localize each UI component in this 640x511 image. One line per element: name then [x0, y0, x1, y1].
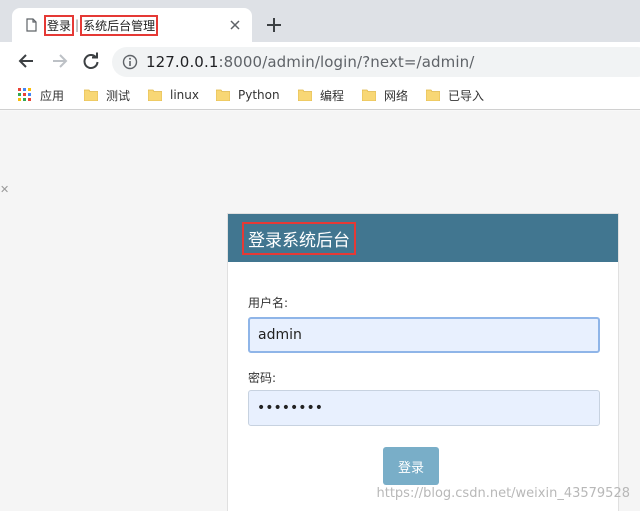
browser-toolbar: 127.0.0.1:8000/admin/login/?next=/admin/ [0, 42, 640, 80]
folder-icon [426, 89, 440, 101]
bookmark-folder-test[interactable]: 测试 [84, 86, 130, 104]
username-input[interactable] [248, 317, 600, 353]
watermark: https://blog.csdn.net/weixin_43579528 [376, 486, 630, 501]
folder-icon [362, 89, 376, 101]
bookmark-label: 测试 [106, 88, 131, 103]
info-icon[interactable] [122, 54, 138, 70]
bookmarks-bar: 应用 测试 linux Python 编程 网络 已导入 [0, 80, 640, 110]
login-button[interactable]: 登录 [383, 447, 439, 485]
address-bar[interactable]: 127.0.0.1:8000/admin/login/?next=/admin/ [112, 47, 640, 77]
tab-title-part2: 系统后台管理 [80, 14, 159, 36]
url-text[interactable]: 127.0.0.1:8000/admin/login/?next=/admin/ [146, 53, 474, 71]
login-header: 登录系统后台 [228, 214, 618, 262]
password-label: 密码: [248, 371, 277, 385]
reload-icon[interactable] [81, 51, 101, 71]
folder-icon [84, 89, 98, 101]
bookmark-label: Python [238, 88, 280, 102]
close-icon[interactable] [226, 16, 244, 34]
login-title: 登录系统后台 [242, 222, 356, 255]
browser-tabstrip: 登录 | 系统后台管理 [0, 0, 640, 42]
tab-title: 登录 | 系统后台管理 [43, 14, 159, 36]
url-host: 127.0.0.1 [146, 53, 219, 71]
bookmark-apps[interactable]: 应用 [18, 86, 64, 104]
bookmark-label: 已导入 [448, 88, 485, 103]
bookmark-label: 编程 [320, 88, 345, 103]
url-path: :8000/admin/login/?next=/admin/ [218, 53, 475, 71]
bookmark-folder-imported[interactable]: 已导入 [426, 86, 484, 104]
bookmark-folder-network[interactable]: 网络 [362, 86, 408, 104]
bookmark-folder-linux[interactable]: linux [148, 86, 199, 104]
forward-arrow-icon[interactable] [50, 51, 70, 71]
active-tab[interactable]: 登录 | 系统后台管理 [12, 8, 252, 42]
apps-grid-icon [18, 88, 31, 101]
login-card: 登录系统后台 用户名: 密码: 登录 [227, 213, 619, 511]
tab-title-separator: | [75, 18, 80, 32]
bookmark-folder-programming[interactable]: 编程 [298, 86, 344, 104]
back-arrow-icon[interactable] [16, 51, 36, 71]
bookmark-label: linux [170, 88, 199, 102]
bookmark-label: 应用 [40, 88, 65, 103]
username-label: 用户名: [248, 296, 289, 310]
folder-icon [148, 89, 162, 101]
bookmark-label: 网络 [384, 88, 409, 103]
edge-marker: ✕ [0, 183, 10, 196]
page-icon [26, 18, 37, 32]
folder-icon [216, 89, 230, 101]
password-input[interactable] [248, 390, 600, 426]
tab-title-part1: 登录 [43, 14, 75, 36]
new-tab-icon[interactable] [264, 15, 284, 35]
folder-icon [298, 89, 312, 101]
bookmark-folder-python[interactable]: Python [216, 86, 280, 104]
